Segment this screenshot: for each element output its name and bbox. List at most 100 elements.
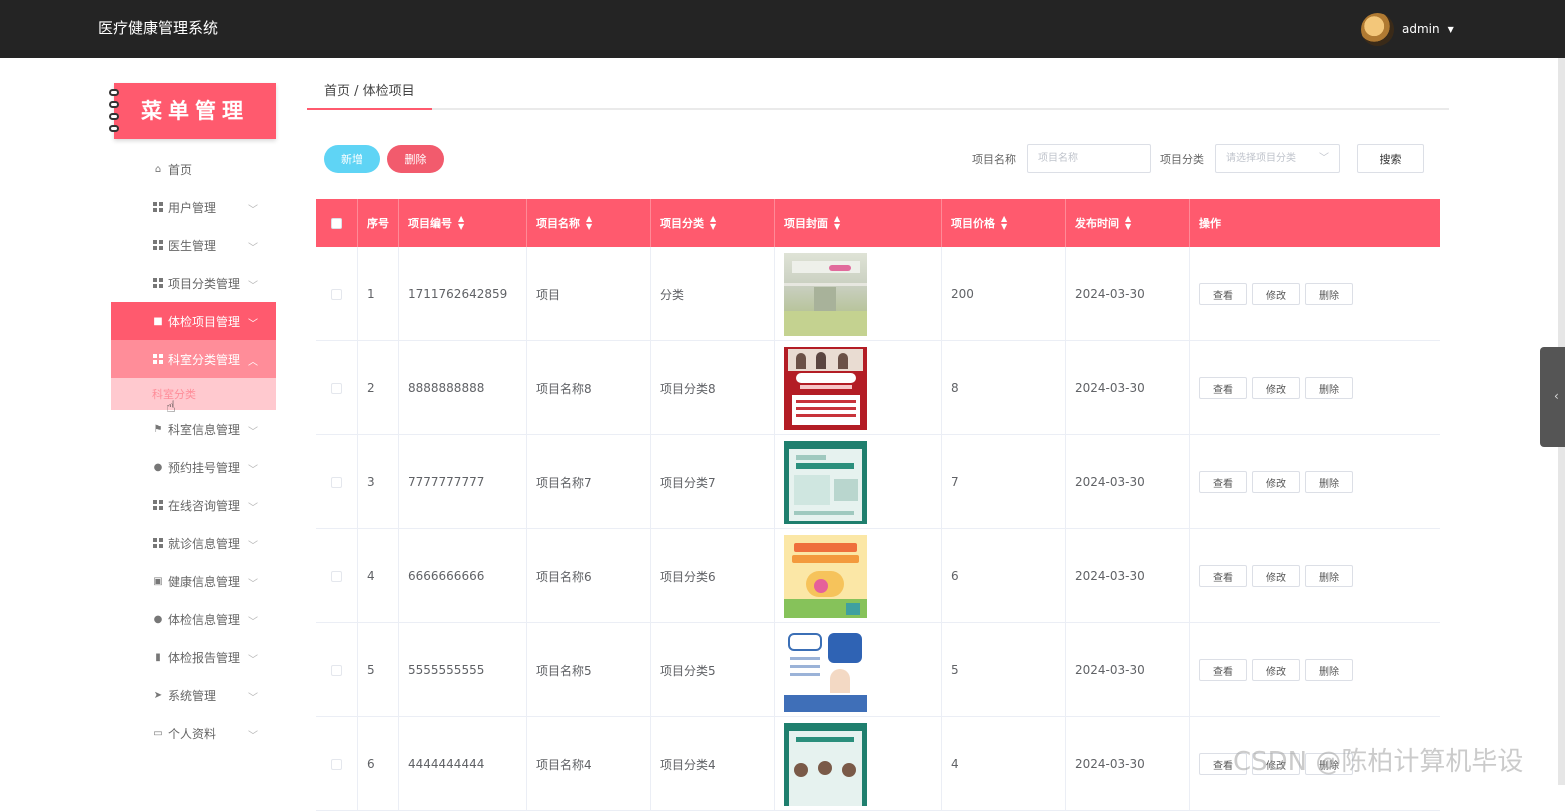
date-cell: 2024-03-30	[1066, 623, 1190, 717]
cover-image[interactable]	[784, 534, 867, 618]
grid-icon	[152, 499, 164, 511]
edit-button[interactable]: 修改	[1252, 565, 1300, 587]
search-category-label: 项目分类	[1160, 153, 1204, 166]
cover-image[interactable]	[784, 346, 867, 430]
cover-image[interactable]	[784, 440, 867, 524]
grid-icon	[152, 239, 164, 251]
chevron-down-icon: ﹀	[248, 503, 258, 514]
sidebar-item-label: 体检项目管理	[168, 314, 241, 329]
sort-icon[interactable]: ▲ ▼	[710, 215, 716, 231]
row-checkbox[interactable]	[331, 570, 342, 582]
header-category[interactable]: 项目分类 ▲ ▼	[651, 199, 775, 247]
delete-button[interactable]: 删除	[387, 145, 444, 173]
row-delete-button[interactable]: 删除	[1305, 471, 1353, 493]
header-date[interactable]: 发布时间 ▲ ▼	[1066, 199, 1190, 247]
row-checkbox[interactable]	[331, 476, 342, 488]
view-button[interactable]: 查看	[1199, 659, 1247, 681]
sidebar-item-home[interactable]: ⌂ 首页	[111, 150, 276, 188]
sidebar-item-dept-info[interactable]: ⚑ 科室信息管理 ﹀	[111, 410, 276, 448]
row-select-cell	[316, 623, 358, 717]
sidebar-item-label: 体检报告管理	[168, 650, 241, 665]
code-cell: 6666666666	[399, 529, 527, 623]
breadcrumb[interactable]: 首页 / 体检项目	[307, 80, 432, 110]
sidebar-item-project-category[interactable]: 项目分类管理 ﹀	[111, 264, 276, 302]
row-checkbox[interactable]	[331, 288, 342, 300]
select-all-checkbox[interactable]	[331, 217, 342, 229]
chevron-up-icon: ︿	[248, 357, 258, 368]
chevron-down-icon: ﹀	[248, 731, 258, 742]
view-button[interactable]: 查看	[1199, 565, 1247, 587]
cover-cell	[775, 623, 942, 717]
price-cell: 8	[942, 341, 1066, 435]
chevron-down-icon: ﹀	[248, 655, 258, 666]
add-button[interactable]: 新增	[324, 145, 380, 173]
sidebar-item-system[interactable]: ➤ 系统管理 ﹀	[111, 676, 276, 714]
sidebar-item-visit-info[interactable]: 就诊信息管理 ﹀	[111, 524, 276, 562]
row-checkbox[interactable]	[331, 382, 342, 394]
row-delete-button[interactable]: 删除	[1305, 377, 1353, 399]
menu-banner: 菜单管理	[109, 83, 276, 139]
row-checkbox[interactable]	[331, 758, 342, 770]
cover-image[interactable]	[784, 628, 867, 712]
header-name[interactable]: 项目名称 ▲ ▼	[527, 199, 651, 247]
sort-icon[interactable]: ▲ ▼	[834, 215, 840, 231]
sidebar-item-users[interactable]: 用户管理 ﹀	[111, 188, 276, 226]
app-title: 医疗健康管理系统	[98, 19, 219, 37]
caret-down-icon[interactable]: ▼	[1448, 25, 1454, 34]
edit-button[interactable]: 修改	[1252, 283, 1300, 305]
sidebar-item-doctors[interactable]: 医生管理 ﹀	[111, 226, 276, 264]
header-cover[interactable]: 项目封面 ▲ ▼	[775, 199, 942, 247]
side-drawer-toggle[interactable]: ‹	[1540, 347, 1565, 447]
search-button[interactable]: 搜索	[1357, 144, 1424, 173]
row-checkbox[interactable]	[331, 664, 342, 676]
user-menu[interactable]: admin ▼	[1361, 12, 1454, 46]
select-all-cell	[316, 199, 358, 247]
grid-icon	[152, 277, 164, 289]
header-code[interactable]: 项目编号 ▲ ▼	[399, 199, 527, 247]
hand-cursor-icon: ☝	[166, 397, 176, 416]
index-cell: 1	[358, 247, 399, 341]
sidebar-item-consultation[interactable]: 在线咨询管理 ﹀	[111, 486, 276, 524]
sort-icon[interactable]: ▲ ▼	[458, 215, 464, 231]
name-cell: 项目名称8	[527, 341, 651, 435]
sidebar-item-exam-project[interactable]: ■ 体检项目管理 ﹀	[111, 302, 276, 340]
view-button[interactable]: 查看	[1199, 377, 1247, 399]
sidebar-item-profile[interactable]: ▭ 个人资料 ﹀	[111, 714, 276, 752]
cover-cell	[775, 529, 942, 623]
avatar[interactable]	[1361, 12, 1394, 46]
sort-icon[interactable]: ▲ ▼	[1001, 215, 1007, 231]
row-delete-button[interactable]: 删除	[1305, 565, 1353, 587]
sidebar-item-label: 项目分类管理	[168, 276, 241, 291]
date-cell: 2024-03-30	[1066, 435, 1190, 529]
search-category-select[interactable]: 请选择项目分类 ﹀	[1215, 144, 1340, 173]
sidebar-item-health-info[interactable]: ▣ 健康信息管理 ﹀	[111, 562, 276, 600]
view-button[interactable]: 查看	[1199, 471, 1247, 493]
chevron-left-icon: ‹	[1554, 389, 1559, 403]
edit-button[interactable]: 修改	[1252, 659, 1300, 681]
price-cell: 5	[942, 623, 1066, 717]
sidebar-item-exam-report[interactable]: ▮ 体检报告管理 ﹀	[111, 638, 276, 676]
user-name[interactable]: admin	[1402, 22, 1440, 36]
cover-image[interactable]	[784, 252, 867, 336]
chevron-down-icon: ﹀	[248, 205, 258, 216]
row-select-cell	[316, 247, 358, 341]
sidebar-item-exam-info[interactable]: ● 体检信息管理 ﹀	[111, 600, 276, 638]
row-delete-button[interactable]: 删除	[1305, 283, 1353, 305]
row-delete-button[interactable]: 删除	[1305, 659, 1353, 681]
view-button[interactable]: 查看	[1199, 283, 1247, 305]
chevron-down-icon: ﹀	[248, 243, 258, 254]
edit-button[interactable]: 修改	[1252, 471, 1300, 493]
edit-button[interactable]: 修改	[1252, 377, 1300, 399]
cover-cell	[775, 247, 942, 341]
search-name-input[interactable]: 项目名称	[1027, 144, 1151, 173]
sidebar-item-label: 健康信息管理	[168, 574, 241, 589]
date-cell: 2024-03-30	[1066, 529, 1190, 623]
sidebar-item-appointment[interactable]: ● 预约挂号管理 ﹀	[111, 448, 276, 486]
sort-icon[interactable]: ▲ ▼	[1125, 215, 1131, 231]
sidebar-item-label: 科室信息管理	[168, 422, 241, 437]
header-price[interactable]: 项目价格 ▲ ▼	[942, 199, 1066, 247]
sort-icon[interactable]: ▲ ▼	[586, 215, 592, 231]
sidebar-item-dept-category[interactable]: 科室分类管理 ︿	[111, 340, 276, 378]
sidebar-subitem-dept-category[interactable]: 科室分类	[111, 378, 276, 410]
cover-image[interactable]	[784, 722, 867, 806]
